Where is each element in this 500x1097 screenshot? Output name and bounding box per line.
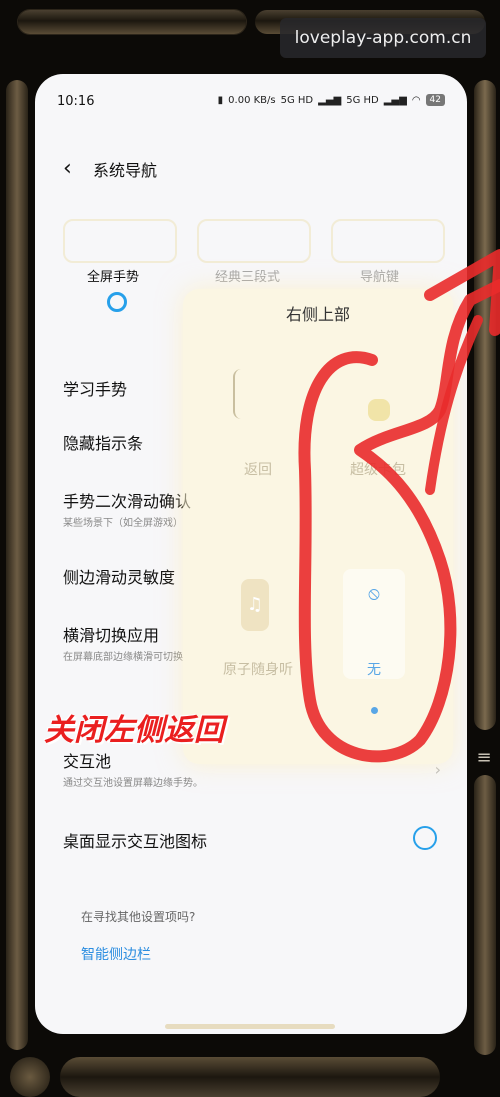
selected-dot	[371, 707, 378, 714]
gesture-radio-selected[interactable]	[107, 292, 127, 312]
signal-label-1: 5G HD	[280, 94, 314, 106]
option-back[interactable]: 返回	[213, 459, 303, 479]
phone-screen: 10:16 ▮ 0.00 KB/s 5G HD ▂▄▆ 5G HD ▂▄▆ ◠ …	[35, 74, 467, 1034]
setting-swipe-switch-desc: 在屏幕底部边缘横滑可切换	[63, 652, 183, 663]
setting-learn-gesture[interactable]: 学习手势	[63, 376, 127, 400]
signal-icon-2: ▂▄▆	[383, 94, 407, 106]
option-none[interactable]: 无	[329, 659, 419, 679]
device-frame-left	[6, 80, 28, 1050]
edge-gesture-popup: 右侧上部 返回 超级卡包 ♫ ⦸ 原子随身听 无	[183, 289, 453, 764]
smart-sidebar-link[interactable]: 智能侧边栏	[81, 944, 151, 964]
setting-secondary-swipe-desc: 某些场景下（如全屏游戏）	[63, 518, 183, 529]
wifi-icon: ◠	[411, 94, 421, 106]
setting-interaction-pool[interactable]: 交互池	[63, 748, 111, 772]
vibrate-icon: ▮	[217, 94, 224, 106]
setting-interaction-pool-desc: 通过交互池设置屏幕边缘手势。	[63, 778, 203, 789]
device-frame-right	[474, 80, 496, 730]
device-frame-bottom	[60, 1057, 440, 1097]
device-frame-right-lower	[474, 775, 496, 1055]
nav-mode-button-label: 导航键	[360, 270, 400, 285]
setting-edge-sensitivity[interactable]: 侧边滑动灵敏度	[63, 564, 175, 588]
annotation-text: 关闭左侧返回	[44, 713, 224, 748]
setting-swipe-switch-app[interactable]: 横滑切换应用	[63, 622, 159, 646]
nav-mode-gesture-label: 全屏手势	[87, 270, 140, 285]
nav-mode-classic-label: 经典三段式	[215, 270, 281, 285]
option-music[interactable]: 原子随身听	[213, 659, 303, 679]
home-indicator[interactable]	[165, 1024, 335, 1029]
button-preview[interactable]	[331, 219, 445, 263]
option-wallet[interactable]: 超级卡包	[333, 459, 423, 479]
page-title: 系统导航	[93, 161, 158, 180]
popup-title: 右侧上部	[285, 305, 350, 324]
footer-hint: 在寻找其他设置项吗?	[81, 910, 196, 924]
back-gesture-icon	[233, 369, 285, 419]
battery-icon: 42	[425, 94, 445, 106]
gesture-preview[interactable]	[63, 219, 177, 263]
device-frame-bottom-left	[10, 1057, 50, 1097]
setting-show-pool-icon[interactable]: 桌面显示交互池图标	[63, 828, 207, 852]
device-frame-top	[18, 10, 246, 34]
none-prohibited-icon: ⦸	[368, 583, 380, 604]
signal-icon: ▂▄▆	[318, 94, 342, 106]
status-time: 10:16	[57, 94, 95, 109]
back-arrow-icon[interactable]: ‹	[63, 156, 72, 181]
net-speed: 0.00 KB/s	[228, 94, 276, 106]
setting-hide-indicator[interactable]: 隐藏指示条	[63, 430, 143, 454]
music-icon: ♫	[241, 579, 269, 631]
setting-secondary-swipe[interactable]: 手势二次滑动确认	[63, 488, 191, 512]
signal-label-2: 5G HD	[346, 94, 379, 106]
status-bar-icons: ▮ 0.00 KB/s 5G HD ▂▄▆ 5G HD ▂▄▆ ◠ 42	[218, 94, 445, 106]
show-pool-icon-radio[interactable]	[413, 826, 437, 850]
classic-preview[interactable]	[197, 219, 311, 263]
watermark: loveplay-app.com.cn	[280, 18, 486, 58]
drag-handle-icon[interactable]: ≡	[475, 748, 493, 768]
wallet-icon	[368, 399, 390, 421]
